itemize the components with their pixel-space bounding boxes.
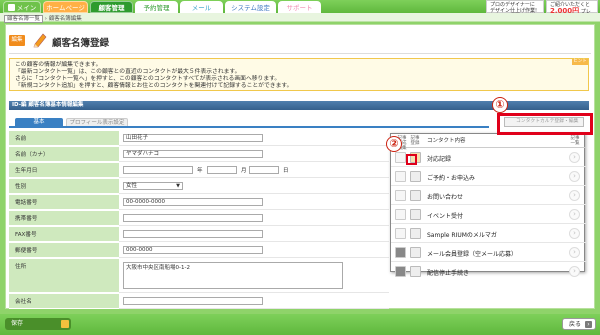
hint-badge: ヒント	[572, 59, 588, 65]
birth-month-input[interactable]	[207, 166, 237, 174]
page-title: 顧客名簿登録	[52, 38, 110, 49]
plus-icon[interactable]	[410, 266, 421, 277]
home-icon	[7, 4, 15, 11]
form-row-address: 住所 大阪市中央区南船場0-1-2	[9, 259, 389, 293]
form-row-mobile: 携帯番号	[9, 211, 389, 226]
breadcrumb-customer-list[interactable]: 顧客名簿一覧	[4, 15, 44, 23]
gender-select[interactable]: 女性 ▼	[123, 182, 183, 190]
popup-item[interactable]: イベント受付 ›	[391, 205, 586, 224]
title-divider	[9, 53, 591, 54]
highlight-record-icon	[406, 154, 417, 165]
form-row-kana: 名前（カナ） ヤマダハナコ	[9, 147, 389, 162]
arrow-right-icon[interactable]: ›	[569, 266, 580, 277]
info-notice: この顧客の情報が編集できます。 「最新コンタクト一覧」は、この顧客との直近のコン…	[9, 58, 589, 91]
pencil-icon[interactable]	[395, 190, 406, 201]
popup-item[interactable]: メール会員登録（空メール応募） ›	[391, 243, 586, 262]
pencil-icon	[33, 33, 47, 48]
popup-item[interactable]: ご予約・お申込み ›	[391, 167, 586, 186]
event-icon[interactable]	[410, 209, 421, 220]
mobile-input[interactable]	[123, 214, 263, 222]
popup-item[interactable]: 配信停止手続き ›	[391, 262, 586, 281]
clock-icon[interactable]	[410, 228, 421, 239]
breadcrumb: 顧客名簿一覧 › 顧客名簿編集	[4, 15, 82, 23]
form-row-phone: 電話番号 00-0000-0000	[9, 195, 389, 210]
form-row-fax: FAX番号	[9, 227, 389, 242]
banner-referral[interactable]: ご紹介いただくと 2,000円 プレゼント	[546, 0, 598, 21]
address-textarea[interactable]: 大阪市中央区南船場0-1-2	[123, 262, 343, 289]
arrow-right-icon[interactable]: ›	[569, 171, 580, 182]
pencil-icon[interactable]	[395, 228, 406, 239]
plus-icon[interactable]	[410, 247, 421, 258]
annotation-number-1: ①	[492, 97, 508, 113]
arrow-right-icon[interactable]: ›	[569, 228, 580, 239]
arrow-right-icon[interactable]: ›	[569, 247, 580, 258]
chevron-down-icon: ▼	[176, 183, 180, 189]
form-row-gender: 性別 女性 ▼	[9, 179, 389, 194]
arrow-right-icon[interactable]: ›	[569, 152, 580, 163]
tab-reservation[interactable]: 予約管理	[135, 1, 178, 13]
pencil-icon[interactable]	[395, 171, 406, 182]
subtab-underline	[9, 126, 489, 128]
kana-input[interactable]: ヤマダハナコ	[123, 150, 263, 158]
form-row-name: 名前 山田花子	[9, 131, 389, 146]
tab-support[interactable]: サポート	[278, 1, 321, 13]
banner-design[interactable]: プロのデザイナーに デザイン仕上げ作業!	[486, 0, 544, 14]
tab-homepage[interactable]: ホームページ	[43, 1, 88, 13]
birth-day-input[interactable]	[249, 166, 279, 174]
name-input[interactable]: 山田花子	[123, 134, 263, 142]
envelope-icon[interactable]	[410, 190, 421, 201]
edit-badge: 編集	[9, 35, 25, 46]
pencil-icon[interactable]	[395, 209, 406, 220]
pencil-icon[interactable]	[395, 266, 406, 277]
popup-item[interactable]: Sample RIUMのメルマガ ›	[391, 224, 586, 243]
arrow-right-icon[interactable]: ›	[569, 190, 580, 201]
form-row-company: 会社名	[9, 294, 389, 309]
footer-bar	[0, 314, 600, 335]
annotation-number-2: ②	[386, 136, 402, 152]
company-input[interactable]	[123, 297, 263, 305]
form-row-birthday: 生年月日 年 月 日	[9, 163, 389, 178]
pencil-icon[interactable]	[395, 247, 406, 258]
popup-header: 記事作成 編集 記事 登録 コンタクト内容 記事 一覧	[391, 134, 586, 151]
arrow-right-icon[interactable]: ›	[569, 209, 580, 220]
zip-input[interactable]: 000-0000	[123, 246, 263, 254]
arrow-right-icon: ›	[585, 321, 592, 328]
tab-customer[interactable]: 顧客管理	[90, 1, 133, 13]
lock-icon	[61, 320, 69, 328]
tab-main[interactable]: メイン	[3, 1, 41, 13]
fax-input[interactable]	[123, 230, 263, 238]
phone-input[interactable]: 00-0000-0000	[123, 198, 263, 206]
contact-menu-popup: 記事作成 編集 記事 登録 コンタクト内容 記事 一覧 対応記録 › ご予約・お…	[390, 133, 586, 277]
back-button[interactable]: 戻る ›	[562, 318, 596, 330]
form-row-zip: 郵便番号 000-0000	[9, 243, 389, 258]
popup-item[interactable]: 対応記録 ›	[391, 148, 586, 167]
calendar-icon[interactable]	[410, 171, 421, 182]
pencil-icon[interactable]	[395, 152, 406, 163]
breadcrumb-bar	[0, 13, 600, 22]
highlight-contact-button	[497, 113, 593, 135]
tab-system-settings[interactable]: システム設定	[225, 1, 276, 13]
breadcrumb-current: 顧客名簿編集	[48, 16, 82, 22]
tab-mail[interactable]: メール	[180, 1, 223, 13]
popup-item[interactable]: お問い合わせ ›	[391, 186, 586, 205]
birth-year-input[interactable]	[123, 166, 193, 174]
